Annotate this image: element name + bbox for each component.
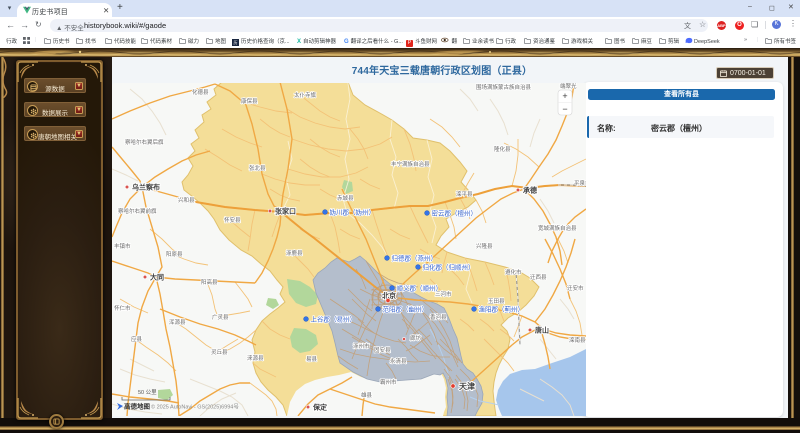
svg-text:乌兰察布: 乌兰察布 bbox=[132, 183, 160, 192]
svg-text:唐山: 唐山 bbox=[535, 326, 549, 335]
svg-text:范阳郡（幽州）: 范阳郡（幽州） bbox=[383, 305, 429, 314]
svg-text:固安县: 固安县 bbox=[374, 346, 391, 354]
svg-text:滦南县: 滦南县 bbox=[569, 336, 586, 344]
svg-text:迁西县: 迁西县 bbox=[530, 273, 547, 281]
svg-text:滦平县: 滦平县 bbox=[456, 190, 473, 198]
svg-text:密云郡（檀州）: 密云郡（檀州） bbox=[432, 209, 478, 218]
svg-text:天津: 天津 bbox=[459, 381, 475, 391]
svg-text:怀仁市: 怀仁市 bbox=[114, 304, 131, 312]
svg-text:赤城县: 赤城县 bbox=[337, 194, 354, 202]
svg-text:兴和县: 兴和县 bbox=[178, 196, 195, 204]
svg-text:灵丘县: 灵丘县 bbox=[211, 349, 228, 356]
svg-text:玉田县: 玉田县 bbox=[488, 298, 505, 305]
svg-text:迁安市: 迁安市 bbox=[567, 284, 584, 292]
svg-text:承德: 承德 bbox=[523, 186, 537, 195]
svg-text:康保县: 康保县 bbox=[241, 97, 258, 105]
svg-text:顺义郡（顺州）: 顺义郡（顺州） bbox=[397, 285, 443, 293]
svg-text:浑源县: 浑源县 bbox=[169, 318, 186, 326]
svg-text:怀安县: 怀安县 bbox=[224, 216, 241, 224]
svg-text:化德县: 化德县 bbox=[192, 88, 209, 96]
svg-text:涿鹿县: 涿鹿县 bbox=[286, 249, 303, 257]
svg-text:涿州市: 涿州市 bbox=[353, 342, 370, 350]
svg-text:−: − bbox=[562, 104, 567, 114]
svg-text:归德郡（燕州）: 归德郡（燕州） bbox=[392, 254, 438, 263]
svg-text:宽城满族自治县: 宽城满族自治县 bbox=[538, 224, 577, 232]
svg-text:察哈尔右翼后旗: 察哈尔右翼后旗 bbox=[125, 138, 164, 146]
svg-text:遵化市: 遵化市 bbox=[505, 268, 522, 276]
svg-text:兴隆县: 兴隆县 bbox=[476, 242, 493, 250]
svg-text:丰宁满族自治县: 丰宁满族自治县 bbox=[391, 160, 430, 168]
svg-text:高德地图: 高德地图 bbox=[124, 402, 151, 411]
svg-text:廊坊: 廊坊 bbox=[410, 334, 422, 342]
svg-text:张北县: 张北县 bbox=[249, 164, 266, 172]
svg-text:张家口: 张家口 bbox=[275, 207, 296, 216]
svg-text:永清县: 永清县 bbox=[390, 357, 407, 365]
svg-text:雄县: 雄县 bbox=[361, 391, 373, 399]
svg-text:阳高县: 阳高县 bbox=[201, 278, 218, 286]
svg-text:察哈尔右翼前旗: 察哈尔右翼前旗 bbox=[118, 207, 157, 215]
svg-text:广灵县: 广灵县 bbox=[212, 313, 229, 321]
svg-text:保定: 保定 bbox=[312, 403, 327, 412]
svg-text:阳原县: 阳原县 bbox=[166, 250, 183, 258]
svg-text:渔阳郡（蓟州）: 渔阳郡（蓟州） bbox=[479, 305, 525, 314]
svg-text:上谷郡（易州）: 上谷郡（易州） bbox=[311, 315, 357, 324]
svg-text:+: + bbox=[562, 91, 567, 101]
svg-text:平泉市: 平泉市 bbox=[574, 179, 586, 187]
svg-text:应县: 应县 bbox=[131, 335, 143, 343]
svg-text:端翠光: 端翠光 bbox=[560, 83, 577, 90]
svg-text:归化郡（归顺州）: 归化郡（归顺州） bbox=[423, 263, 475, 272]
svg-text:50 公里: 50 公里 bbox=[138, 389, 157, 396]
svg-text:香河县: 香河县 bbox=[430, 313, 447, 321]
svg-text:隆化县: 隆化县 bbox=[494, 145, 511, 153]
svg-text:大同: 大同 bbox=[150, 273, 164, 282]
svg-text:妫川郡（妫州）: 妫川郡（妫州） bbox=[330, 208, 376, 217]
svg-text:围场满族蒙古族自治县: 围场满族蒙古族自治县 bbox=[476, 83, 532, 91]
svg-text:© 2025 AutoNavi - GS(2025)6994: © 2025 AutoNavi - GS(2025)6994号 bbox=[151, 404, 239, 411]
svg-text:涞源县: 涞源县 bbox=[247, 354, 264, 362]
svg-text:易县: 易县 bbox=[306, 356, 318, 363]
svg-text:霸州市: 霸州市 bbox=[380, 378, 397, 386]
svg-text:太仆寺旗: 太仆寺旗 bbox=[294, 91, 317, 99]
svg-text:丰镇市: 丰镇市 bbox=[114, 242, 131, 250]
